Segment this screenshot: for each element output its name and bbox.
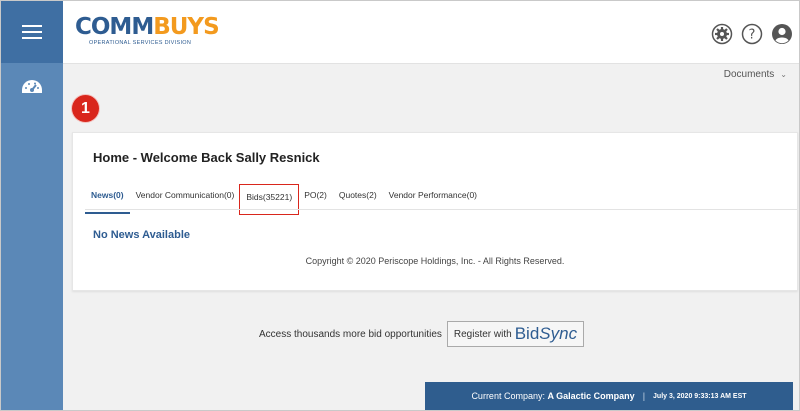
bidsync-promo-text: Access thousands more bid opportunities xyxy=(259,328,442,340)
svg-text:?: ? xyxy=(749,28,756,43)
register-bidsync-button[interactable]: Register with Bid Sync xyxy=(446,321,585,347)
commbuys-logo[interactable]: COMMBUYS OPERATIONAL SERVICES DIVISION xyxy=(75,14,220,46)
bidsync-brand-sync: Sync xyxy=(539,324,578,343)
page-title: Home - Welcome Back Sally Resnick xyxy=(93,150,320,165)
bidsync-brand-bid: Bid xyxy=(514,324,540,343)
logo-word-comm: COMM xyxy=(75,14,154,40)
bidsync-promo: Access thousands more bid opportunities … xyxy=(259,321,585,347)
register-button-label: Register with xyxy=(453,328,512,340)
header-icon-group: ? xyxy=(711,23,793,45)
left-rail xyxy=(1,1,63,410)
current-datetime: July 3, 2020 9:33:13 AM EST xyxy=(653,392,747,400)
company-label: Current Company: xyxy=(471,391,545,401)
user-account-icon[interactable] xyxy=(771,23,793,45)
copyright-text: Copyright © 2020 Periscope Holdings, Inc… xyxy=(305,256,565,266)
current-company-bar: Current Company: A Galactic Company | Ju… xyxy=(425,382,793,410)
no-news-message: No News Available xyxy=(93,229,190,241)
dashboard-gauge-icon xyxy=(22,80,42,93)
app-window: COMMBUYS OPERATIONAL SERVICES DIVISION ? xyxy=(0,0,800,411)
company-name: A Galactic Company xyxy=(547,391,635,401)
tabs-divider xyxy=(85,209,797,210)
home-card: Home - Welcome Back Sally Resnick News(0… xyxy=(72,132,798,291)
hamburger-menu-icon xyxy=(22,25,42,39)
menu-toggle-button[interactable] xyxy=(1,1,63,63)
footer-separator: | xyxy=(642,391,646,401)
step-number-badge: 1 xyxy=(72,95,99,122)
dashboard-nav-button[interactable] xyxy=(1,65,63,111)
help-question-icon[interactable]: ? xyxy=(741,23,763,45)
logo-subtitle: OPERATIONAL SERVICES DIVISION xyxy=(89,40,192,46)
chevron-down-icon: ⌄ xyxy=(780,70,787,79)
settings-gear-icon[interactable] xyxy=(711,23,733,45)
documents-dropdown[interactable]: Documents ⌄ xyxy=(724,69,787,80)
documents-label: Documents xyxy=(723,69,775,80)
logo-word-buys: BUYS xyxy=(153,14,219,40)
top-header: COMMBUYS OPERATIONAL SERVICES DIVISION ? xyxy=(63,1,799,64)
